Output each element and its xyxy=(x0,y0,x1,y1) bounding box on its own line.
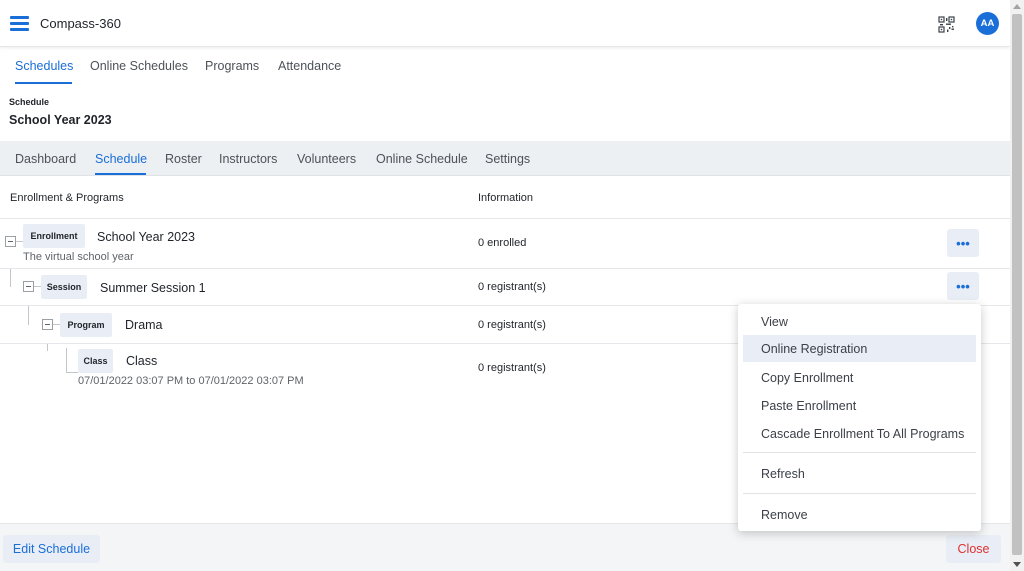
tab-online-schedules[interactable]: Online Schedules xyxy=(90,59,188,73)
tree-connector xyxy=(10,269,11,287)
tab-online-schedule[interactable]: Online Schedule xyxy=(376,152,468,166)
row-name: School Year 2023 xyxy=(97,230,196,244)
row-info: 0 enrolled xyxy=(478,237,527,249)
more-horizontal-icon: ••• xyxy=(956,235,970,251)
more-horizontal-icon: ••• xyxy=(956,278,970,294)
tree-connector xyxy=(16,241,23,242)
scroll-up-arrow-icon[interactable] xyxy=(1013,4,1021,9)
scrollbar-thumb[interactable] xyxy=(1012,14,1022,555)
top-app-bar: Compass-360 AA xyxy=(0,0,1010,47)
type-badge: Program xyxy=(60,313,112,337)
collapse-minus-icon[interactable] xyxy=(5,236,16,247)
column-header-enrollment: Enrollment & Programs xyxy=(10,192,124,204)
menu-divider xyxy=(743,493,976,494)
table-header: Enrollment & Programs Information xyxy=(0,176,1010,219)
tab-programs[interactable]: Programs xyxy=(205,59,259,73)
collapse-minus-icon[interactable] xyxy=(42,319,53,330)
row-more-button[interactable]: ••• xyxy=(947,272,979,300)
row-context-menu: View Online Registration Copy Enrollment… xyxy=(738,304,981,531)
row-description: The virtual school year xyxy=(23,251,134,263)
row-description: 07/01/2022 03:07 PM to 07/01/2022 03:07 … xyxy=(78,375,304,387)
row-name: Drama xyxy=(125,318,163,332)
page-scrollbar[interactable] xyxy=(1010,0,1024,571)
tree-connector xyxy=(34,286,41,287)
collapse-minus-icon[interactable] xyxy=(23,281,34,292)
qr-code-icon[interactable] xyxy=(938,16,955,33)
menu-item-remove[interactable]: Remove xyxy=(743,501,976,528)
row-name: Summer Session 1 xyxy=(100,281,206,295)
row-info: 0 registrant(s) xyxy=(478,281,546,293)
menu-item-online-registration[interactable]: Online Registration xyxy=(743,335,976,362)
menu-item-view[interactable]: View xyxy=(743,308,976,335)
tree-connector xyxy=(47,344,48,351)
row-info: 0 registrant(s) xyxy=(478,362,546,374)
row-info: 0 registrant(s) xyxy=(478,319,546,331)
sub-tabs: Dashboard Schedule Roster Instructors Vo… xyxy=(0,141,1010,176)
tab-roster[interactable]: Roster xyxy=(165,152,202,166)
menu-item-copy-enrollment[interactable]: Copy Enrollment xyxy=(743,364,976,391)
tab-schedule[interactable]: Schedule xyxy=(95,152,147,166)
menu-divider xyxy=(743,452,976,453)
row-more-button[interactable]: ••• xyxy=(947,229,979,257)
hamburger-icon[interactable] xyxy=(10,16,29,31)
type-badge: Enrollment xyxy=(23,224,85,248)
row-name: Class xyxy=(126,354,158,368)
avatar[interactable]: AA xyxy=(976,12,999,35)
tab-instructors[interactable]: Instructors xyxy=(219,152,277,166)
tab-volunteers[interactable]: Volunteers xyxy=(297,152,356,166)
column-header-information: Information xyxy=(478,192,534,204)
tab-dashboard[interactable]: Dashboard xyxy=(15,152,76,166)
tab-schedules[interactable]: Schedules xyxy=(15,59,73,73)
menu-item-paste-enrollment[interactable]: Paste Enrollment xyxy=(743,392,976,419)
tab-settings[interactable]: Settings xyxy=(485,152,530,166)
main-tabs: Schedules Online Schedules Programs Atte… xyxy=(0,47,1010,85)
tab-attendance[interactable]: Attendance xyxy=(278,59,341,73)
close-button[interactable]: Close xyxy=(946,535,1001,563)
tree-connector xyxy=(28,306,29,325)
menu-item-refresh[interactable]: Refresh xyxy=(743,460,976,487)
app-title: Compass-360 xyxy=(40,16,121,31)
table-row-enrollment[interactable]: Enrollment School Year 2023 The virtual … xyxy=(0,219,1010,269)
edit-schedule-button[interactable]: Edit Schedule xyxy=(3,535,100,563)
tree-connector xyxy=(66,372,78,373)
active-tab-indicator xyxy=(15,82,72,84)
schedule-label: Schedule xyxy=(9,97,50,107)
scroll-down-arrow-icon[interactable] xyxy=(1013,562,1021,567)
tree-connector xyxy=(53,324,60,325)
menu-item-cascade-enrollment[interactable]: Cascade Enrollment To All Programs xyxy=(743,420,976,447)
type-badge: Class xyxy=(78,349,113,373)
type-badge: Session xyxy=(41,275,87,299)
page-title: School Year 2023 xyxy=(9,113,112,127)
table-row-session[interactable]: Session Summer Session 1 0 registrant(s)… xyxy=(0,269,1010,306)
active-subtab-indicator xyxy=(95,173,146,175)
tree-connector xyxy=(66,348,67,372)
